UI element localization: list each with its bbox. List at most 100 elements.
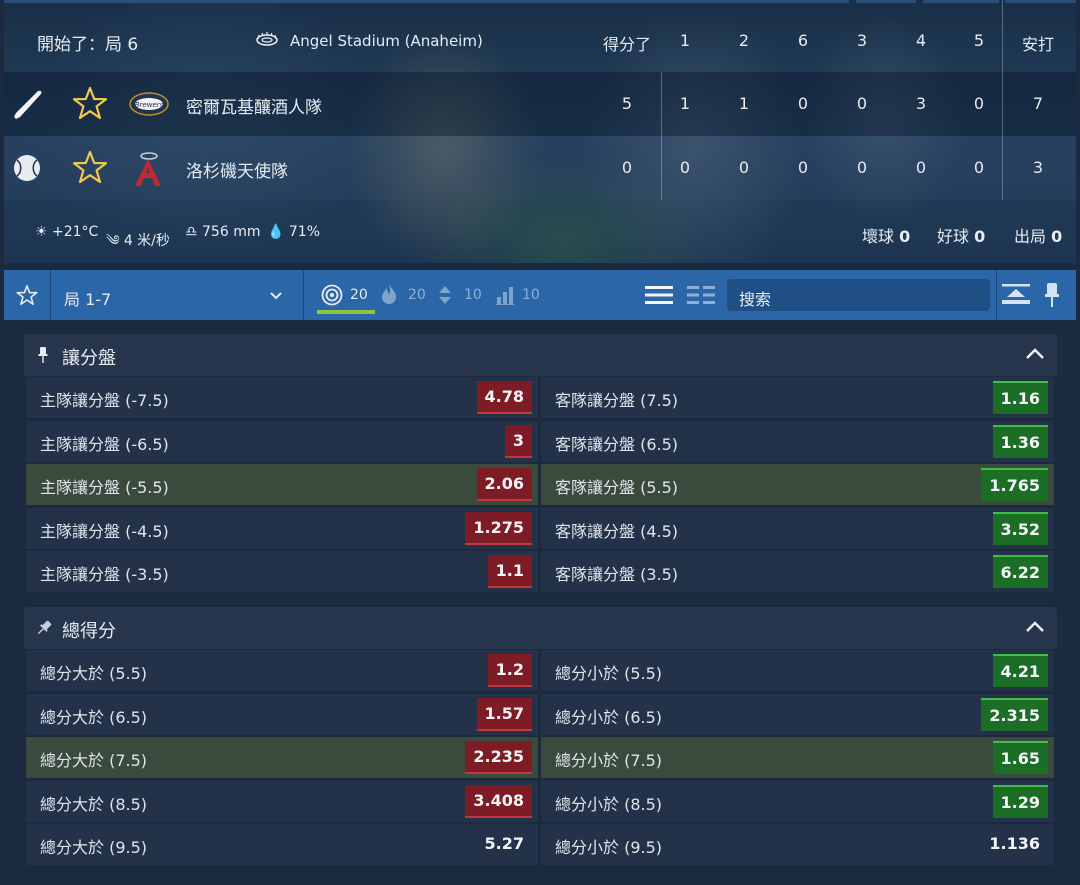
market-total-runs: 總得分 總分大於 (5.5) 1.2 總分小於 (5.5) 4.21 總分大於 (6.5… bbox=[24, 607, 1057, 869]
list-view-icon[interactable] bbox=[644, 284, 674, 310]
outcome-left[interactable]: 主隊讓分盤 (-7.5) 4.78 bbox=[26, 377, 538, 418]
outcome-left[interactable]: 總分大於 (7.5) 2.235 bbox=[26, 737, 538, 778]
weather-temp: ☀ +21°C bbox=[35, 224, 98, 240]
odds-value[interactable]: 6.22 bbox=[992, 555, 1048, 588]
odds-value[interactable]: 3.408 bbox=[465, 784, 532, 818]
grid-view-icon[interactable] bbox=[686, 284, 716, 310]
pin-icon[interactable] bbox=[38, 346, 48, 368]
pin-icon[interactable] bbox=[1044, 282, 1060, 312]
odds-value[interactable]: 4.78 bbox=[476, 381, 532, 414]
favorite-star-icon[interactable] bbox=[16, 284, 38, 310]
odds-value[interactable]: 1.136 bbox=[981, 828, 1048, 861]
search-input[interactable]: 搜索 bbox=[727, 279, 990, 311]
odds-value[interactable]: 1.16 bbox=[992, 381, 1048, 414]
odds-value[interactable]: 1.765 bbox=[981, 468, 1048, 501]
outcome-right[interactable]: 總分小於 (8.5) 1.29 bbox=[541, 780, 1054, 822]
outcome-label: 客隊讓分盤 (6.5) bbox=[555, 434, 679, 454]
outcome-label: 總分小於 (9.5) bbox=[555, 838, 663, 857]
team-name: 密爾瓦基釀酒人隊 bbox=[186, 98, 322, 118]
inning-score: 1 bbox=[738, 94, 750, 113]
outcome-right[interactable]: 客隊讓分盤 (3.5) 6.22 bbox=[541, 551, 1054, 592]
odds-value[interactable]: 1.65 bbox=[992, 741, 1048, 774]
period-select-value: 局 1-7 bbox=[64, 290, 112, 309]
team-row: 洛杉磯天使隊 0 0 0 0 0 0 0 3 bbox=[4, 136, 1076, 200]
market-header[interactable]: 總得分 bbox=[24, 607, 1057, 649]
baseball-icon bbox=[12, 153, 42, 187]
outcome-label: 客隊讓分盤 (3.5) bbox=[555, 565, 679, 584]
outcome-left[interactable]: 主隊讓分盤 (-3.5) 1.1 bbox=[26, 551, 538, 592]
market-header[interactable]: 讓分盤 bbox=[24, 334, 1057, 376]
outcome-label: 總分大於 (9.5) bbox=[40, 838, 148, 857]
outcome-right[interactable]: 客隊讓分盤 (5.5) 1.765 bbox=[541, 464, 1054, 505]
balls-label: 壞球 bbox=[862, 227, 895, 246]
odds-value[interactable]: 1.275 bbox=[465, 511, 532, 545]
outcome-label: 總分小於 (7.5) bbox=[555, 751, 663, 770]
outcome-right[interactable]: 總分小於 (9.5) 1.136 bbox=[541, 824, 1054, 865]
inning-score: 0 bbox=[973, 94, 985, 113]
favorite-star-icon[interactable] bbox=[72, 150, 108, 188]
outcome-left[interactable]: 總分大於 (8.5) 3.408 bbox=[26, 780, 538, 822]
outcome-label: 主隊讓分盤 (-6.5) bbox=[40, 434, 169, 454]
outcome-label: 總分大於 (6.5) bbox=[40, 707, 148, 727]
market-title: 總得分 bbox=[62, 621, 116, 642]
inning-score: 0 bbox=[738, 158, 750, 177]
filter-tab-stats[interactable]: 10 bbox=[494, 270, 546, 320]
outcome-left[interactable]: 總分大於 (9.5) 5.27 bbox=[26, 824, 538, 865]
outcome-right[interactable]: 客隊讓分盤 (7.5) 1.16 bbox=[541, 377, 1054, 418]
outcome-left[interactable]: 主隊讓分盤 (-4.5) 1.275 bbox=[26, 507, 538, 549]
period-select[interactable]: 局 1-7 bbox=[51, 270, 303, 320]
odds-value[interactable]: 5.27 bbox=[477, 828, 532, 861]
odds-value[interactable]: 1.29 bbox=[992, 784, 1048, 818]
pin-icon[interactable] bbox=[35, 619, 53, 641]
pressure: 756 mm bbox=[202, 224, 261, 240]
column-divider bbox=[661, 72, 662, 200]
outcome-label: 主隊讓分盤 (-5.5) bbox=[40, 478, 169, 497]
toolbar-divider bbox=[996, 270, 997, 320]
weather-pressure: ♎ 756 mm bbox=[185, 224, 260, 240]
odds-value[interactable]: 2.315 bbox=[981, 697, 1048, 731]
col-header-inning: 3 bbox=[856, 31, 868, 50]
inning-score: 0 bbox=[797, 158, 809, 177]
balls-value: 0 bbox=[899, 227, 911, 246]
filter-tab-updown[interactable]: 10 bbox=[436, 270, 488, 320]
filter-tab-fire[interactable]: 20 bbox=[378, 270, 430, 320]
humidity: 71% bbox=[288, 224, 321, 240]
bat-icon bbox=[10, 88, 44, 126]
strikes-count: 好球 0 bbox=[937, 223, 985, 247]
outcome-left[interactable]: 主隊讓分盤 (-5.5) 2.06 bbox=[26, 464, 538, 505]
outcome-left[interactable]: 總分大於 (6.5) 1.57 bbox=[26, 693, 538, 735]
outcome-right[interactable]: 總分小於 (5.5) 4.21 bbox=[541, 650, 1054, 691]
inning-score: 0 bbox=[797, 94, 809, 113]
odds-value[interactable]: 2.06 bbox=[476, 468, 532, 501]
odds-value[interactable]: 4.21 bbox=[992, 654, 1048, 687]
outcome-left[interactable]: 主隊讓分盤 (-6.5) 3 bbox=[26, 420, 538, 462]
chevron-up-icon[interactable] bbox=[1025, 346, 1045, 366]
updown-icon bbox=[438, 285, 452, 309]
odds-value[interactable]: 1.57 bbox=[476, 697, 532, 731]
odds-value[interactable]: 1.2 bbox=[487, 654, 532, 687]
odds-value[interactable]: 3.52 bbox=[992, 511, 1048, 545]
outcome-label: 總分大於 (5.5) bbox=[40, 664, 148, 683]
team-runs: 5 bbox=[621, 94, 633, 113]
toolbar-divider bbox=[303, 270, 304, 320]
col-header-hits: 安打 bbox=[1021, 35, 1054, 54]
inning-score: 0 bbox=[679, 158, 691, 177]
outs-count: 出局 0 bbox=[1014, 223, 1062, 247]
collapse-all-icon[interactable] bbox=[1001, 283, 1031, 311]
odds-value[interactable]: 1.1 bbox=[487, 555, 532, 588]
outcome-right[interactable]: 總分小於 (6.5) 2.315 bbox=[541, 693, 1054, 735]
filter-tab-target[interactable]: 20 bbox=[317, 270, 375, 320]
col-header-inning: 4 bbox=[915, 31, 927, 50]
outcome-right[interactable]: 客隊讓分盤 (6.5) 1.36 bbox=[541, 420, 1054, 462]
odds-value[interactable]: 1.36 bbox=[992, 424, 1048, 458]
favorite-star-icon[interactable] bbox=[72, 86, 108, 124]
outcome-right[interactable]: 客隊讓分盤 (4.5) 3.52 bbox=[541, 507, 1054, 549]
top-accent-line bbox=[923, 0, 999, 3]
outcome-left[interactable]: 總分大於 (5.5) 1.2 bbox=[26, 650, 538, 691]
outcome-label: 總分小於 (6.5) bbox=[555, 707, 663, 727]
odds-value[interactable]: 3 bbox=[504, 424, 532, 458]
inning-score: 3 bbox=[915, 94, 927, 113]
odds-value[interactable]: 2.235 bbox=[465, 741, 532, 774]
chevron-up-icon[interactable] bbox=[1025, 619, 1045, 639]
outcome-right[interactable]: 總分小於 (7.5) 1.65 bbox=[541, 737, 1054, 778]
